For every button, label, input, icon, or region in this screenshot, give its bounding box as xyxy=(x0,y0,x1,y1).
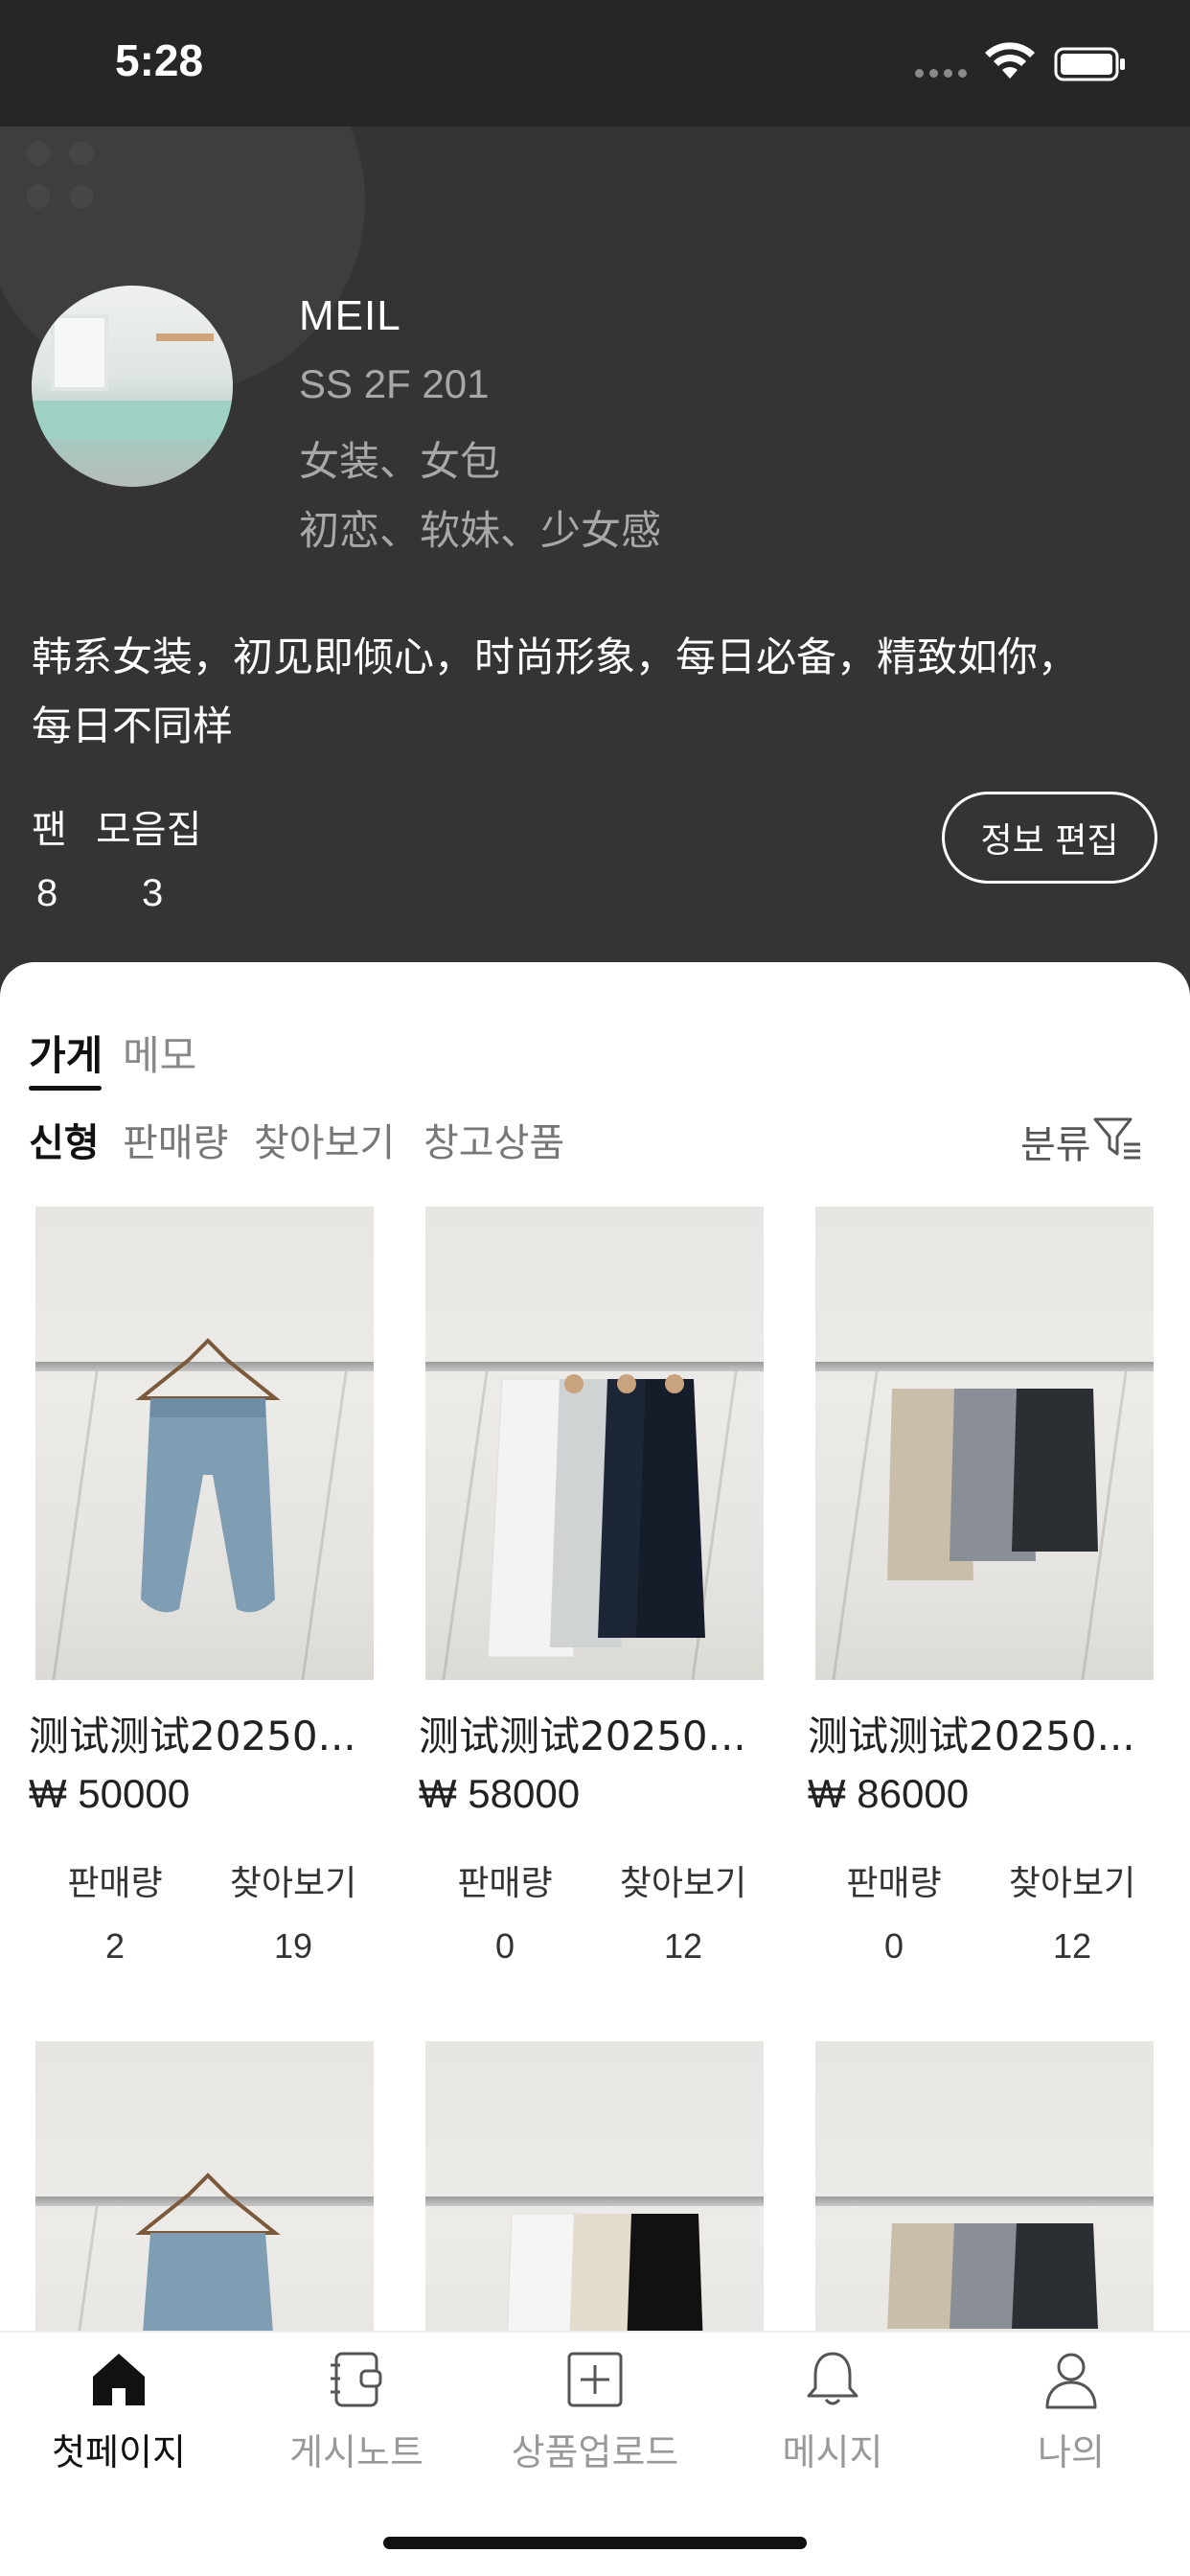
bell-icon xyxy=(807,2352,858,2405)
product-image[interactable] xyxy=(815,1207,1154,1680)
nav-messages[interactable]: 메시지 xyxy=(714,2338,951,2482)
notebook-icon xyxy=(331,2352,382,2407)
shop-avatar[interactable] xyxy=(32,286,233,487)
wifi-icon xyxy=(985,42,1035,79)
product-image[interactable] xyxy=(425,1207,764,1680)
nav-notes[interactable]: 게시노트 xyxy=(238,2338,475,2482)
jeans-garment xyxy=(135,1338,281,1613)
subtab-views[interactable]: 찾아보기 xyxy=(254,1112,395,1167)
product-views-label: 찾아보기 xyxy=(1008,1864,1136,1903)
product-views-label: 찾아보기 xyxy=(229,1864,357,1903)
nav-label: 메시지 xyxy=(782,2431,883,2473)
home-icon xyxy=(93,2354,145,2405)
product-sales-label: 판매량 xyxy=(457,1864,553,1903)
subtab-new[interactable]: 신형 xyxy=(29,1112,100,1167)
nav-label: 상품업로드 xyxy=(511,2431,679,2473)
product-price: ₩ 86000 xyxy=(808,1771,970,1816)
nav-label: 게시노트 xyxy=(289,2431,423,2473)
category-filter-label[interactable]: 분류 xyxy=(1020,1114,1091,1169)
product-views-value: 12 xyxy=(663,1926,703,1966)
nav-label: 나의 xyxy=(1038,2431,1105,2473)
person-icon xyxy=(1045,2353,1097,2409)
battery-icon xyxy=(1054,47,1125,81)
product-views-value: 12 xyxy=(1052,1926,1092,1966)
subtab-sales[interactable]: 판매량 xyxy=(123,1112,228,1167)
shop-tags: 初恋、软妹、少女感 xyxy=(299,508,662,553)
status-time: 5:28 xyxy=(115,35,204,85)
nav-upload[interactable]: 상품업로드 xyxy=(476,2338,714,2482)
active-tab-indicator xyxy=(29,1086,102,1091)
product-price: ₩ 50000 xyxy=(29,1771,191,1816)
subtab-warehouse[interactable]: 창고상품 xyxy=(423,1112,564,1167)
product-sales-value: 0 xyxy=(494,1926,515,1966)
nav-label: 첫페이지 xyxy=(52,2431,186,2473)
product-views-value: 19 xyxy=(273,1926,313,1966)
description-line: 每日不同样 xyxy=(32,702,234,749)
product-views-label: 찾아보기 xyxy=(619,1864,747,1903)
shop-description: 韩系女装，初见即倾心，时尚形象，每日必备，精致如你， 每日不同样 xyxy=(32,623,1153,761)
tab-store[interactable]: 가게 xyxy=(29,1024,103,1082)
product-sales-label: 판매량 xyxy=(67,1864,163,1903)
product-sales-value: 2 xyxy=(104,1926,126,1966)
shirts-garment xyxy=(887,2223,1098,2329)
nav-home[interactable]: 첫페이지 xyxy=(0,2338,238,2482)
product-image[interactable] xyxy=(35,1207,374,1680)
product-sales-label: 판매량 xyxy=(846,1864,942,1903)
collection-count[interactable]: 3 xyxy=(142,872,163,915)
shop-location: SS 2F 201 xyxy=(299,361,490,406)
dresses-garment xyxy=(487,1374,705,1658)
nav-profile[interactable]: 나의 xyxy=(952,2338,1190,2482)
filter-icon[interactable] xyxy=(1092,1114,1142,1163)
product-title[interactable]: 测试测试20250... xyxy=(419,1704,764,1762)
shirts-garment xyxy=(887,1389,1098,1580)
jeans-garment xyxy=(135,2173,281,2358)
collection-label[interactable]: 모음집 xyxy=(96,798,201,854)
shop-category: 女装、女包 xyxy=(299,439,501,484)
fans-count[interactable]: 8 xyxy=(36,872,57,915)
shop-name: MEIL xyxy=(299,292,401,339)
product-title[interactable]: 测试测试20250... xyxy=(29,1704,374,1762)
upload-plus-icon xyxy=(567,2352,623,2407)
product-price: ₩ 58000 xyxy=(419,1771,581,1816)
product-title[interactable]: 测试测试20250... xyxy=(808,1704,1153,1762)
product-sales-value: 0 xyxy=(883,1926,904,1966)
tops-garment xyxy=(506,2213,703,2348)
description-line: 韩系女装，初见即倾心，时尚形象，每日必备，精致如你， xyxy=(32,633,1079,680)
edit-profile-button[interactable]: 정보 편집 xyxy=(942,792,1157,884)
fans-label[interactable]: 팬 xyxy=(32,798,67,854)
tab-memo[interactable]: 메모 xyxy=(123,1024,196,1082)
home-indicator xyxy=(383,2537,807,2549)
signal-icon xyxy=(915,69,967,78)
